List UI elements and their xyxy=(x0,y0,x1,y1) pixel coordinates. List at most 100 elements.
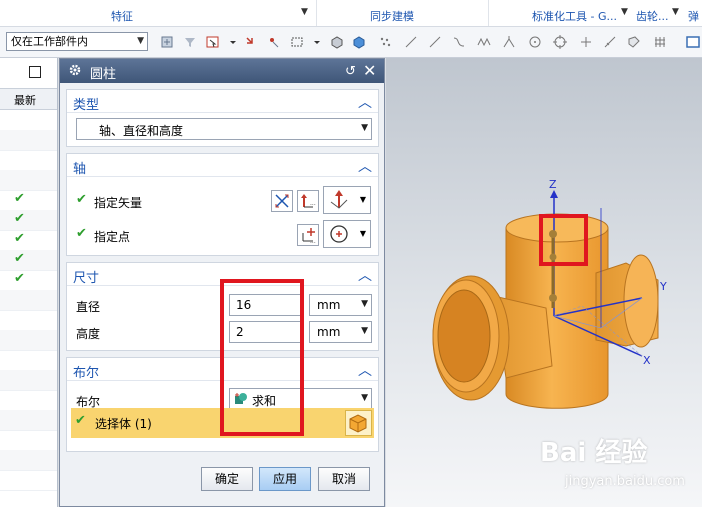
list-item[interactable]: ✔ xyxy=(0,270,57,291)
intersect-icon[interactable] xyxy=(502,35,516,49)
maximize-icon[interactable] xyxy=(29,66,41,78)
point-cloud-icon[interactable] xyxy=(378,35,392,49)
list-item[interactable] xyxy=(0,310,57,331)
type-select[interactable]: 轴、直径和高度 ▼ xyxy=(76,118,372,140)
chevron-up-icon[interactable]: ︿ xyxy=(358,265,372,285)
ribbon-group-standard-tools[interactable]: 标准化工具 - G... xyxy=(532,8,617,24)
line-icon[interactable] xyxy=(404,35,418,49)
part-navigator: 最新 ✔ ✔ ✔ ✔ ✔ xyxy=(0,58,58,507)
list-item[interactable] xyxy=(0,290,57,311)
move-icon[interactable] xyxy=(244,35,258,49)
chevron-down-icon[interactable]: ▼ xyxy=(361,299,368,309)
selection-scope-icon[interactable] xyxy=(206,35,220,49)
list-item[interactable] xyxy=(0,350,57,371)
plus-icon[interactable] xyxy=(579,35,593,49)
diameter-unit-select[interactable]: mm ▼ xyxy=(309,294,372,316)
check-icon: ✔ xyxy=(14,251,25,266)
vector-inference-dropdown[interactable]: ▼ xyxy=(323,186,371,214)
ribbon-group-sync-modeling[interactable]: 同步建模 xyxy=(370,8,414,24)
chevron-up-icon[interactable]: ︿ xyxy=(358,92,372,112)
watermark-logo: Bai 经验 xyxy=(540,438,648,468)
specify-point-label: 指定点 xyxy=(94,230,131,244)
selection-scope-value: 仅在工作部件内 xyxy=(11,35,88,48)
list-item[interactable] xyxy=(0,470,57,491)
svg-text:...: ... xyxy=(310,238,316,245)
quadrant-point-icon[interactable] xyxy=(553,35,567,49)
svg-text:...: ... xyxy=(310,200,316,207)
list-item[interactable]: ✔ xyxy=(0,190,57,211)
dialog-title-bar[interactable]: 圆柱 ↺ ✕ xyxy=(60,59,384,83)
curve-icon[interactable] xyxy=(452,35,466,49)
list-item[interactable]: ✔ xyxy=(0,230,57,251)
chevron-down-icon[interactable]: ▼ xyxy=(361,326,368,336)
axis-panel-header[interactable]: 轴 ︿ xyxy=(67,154,378,177)
gear-icon[interactable] xyxy=(68,63,82,77)
check-icon: ✔ xyxy=(76,192,87,207)
list-item[interactable] xyxy=(0,110,57,131)
close-icon[interactable]: ✕ xyxy=(363,61,376,80)
chevron-down-icon[interactable]: ▼ xyxy=(621,7,628,17)
cancel-button[interactable]: 取消 xyxy=(318,467,370,491)
chevron-down-icon[interactable]: ▼ xyxy=(361,393,368,403)
chevron-down-icon[interactable] xyxy=(226,35,236,49)
navigator-column-header[interactable]: 最新 xyxy=(0,88,57,110)
list-item[interactable] xyxy=(0,370,57,391)
chevron-up-icon[interactable]: ︿ xyxy=(358,360,372,380)
chevron-down-icon[interactable]: ▼ xyxy=(301,7,308,17)
inferred-vector-icon xyxy=(330,190,348,209)
arc-center-icon[interactable] xyxy=(528,35,542,49)
reset-icon[interactable]: ↺ xyxy=(345,64,356,79)
ribbon-group-gear[interactable]: 齿轮... xyxy=(636,8,669,24)
grid-icon[interactable] xyxy=(653,35,667,49)
list-item[interactable]: ✔ xyxy=(0,210,57,231)
point-dialog-button[interactable]: ... xyxy=(297,224,319,246)
surface-icon[interactable] xyxy=(627,35,641,49)
chevron-down-icon[interactable] xyxy=(310,35,320,49)
ok-button[interactable]: 确定 xyxy=(201,467,253,491)
chevron-down-icon[interactable]: ▼ xyxy=(672,7,679,17)
snap-icon[interactable] xyxy=(160,35,174,49)
list-item[interactable] xyxy=(0,150,57,171)
list-item[interactable] xyxy=(0,410,57,431)
cube-icon xyxy=(349,414,367,433)
cube-icon[interactable] xyxy=(330,35,344,49)
selection-toolbar: 仅在工作部件内 ▼ xyxy=(0,27,702,58)
height-unit-select[interactable]: mm ▼ xyxy=(309,321,372,343)
chevron-down-icon[interactable]: ▼ xyxy=(361,123,368,133)
list-item[interactable] xyxy=(0,170,57,191)
list-item[interactable] xyxy=(0,130,57,151)
solid-body-icon[interactable] xyxy=(352,35,366,49)
ribbon-group-features[interactable]: 特征 xyxy=(111,8,133,24)
chevron-down-icon[interactable]: ▼ xyxy=(360,229,366,238)
list-item[interactable] xyxy=(0,430,57,451)
vector-dialog-button[interactable]: ... xyxy=(297,190,319,212)
select-box-icon[interactable] xyxy=(290,35,304,49)
type-header-label: 类型 xyxy=(73,98,100,113)
chevron-up-icon[interactable]: ︿ xyxy=(358,156,372,176)
list-item[interactable] xyxy=(0,450,57,471)
apply-button[interactable]: 应用 xyxy=(259,467,311,491)
chevron-down-icon[interactable]: ▼ xyxy=(137,33,144,50)
circle-center-icon xyxy=(330,225,348,243)
view-icon[interactable] xyxy=(686,35,700,49)
check-icon: ✔ xyxy=(14,191,25,206)
point-inference-dropdown[interactable]: ▼ xyxy=(323,220,371,248)
select-body-label: 选择体 (1) xyxy=(95,417,152,431)
list-item[interactable] xyxy=(0,390,57,411)
axis-panel: 轴 ︿ ✔ 指定矢量 ... ▼ ✔ 指定点 ... ▼ xyxy=(66,153,379,256)
chevron-down-icon[interactable]: ▼ xyxy=(360,195,366,204)
line-icon[interactable] xyxy=(428,35,442,49)
list-item[interactable]: ✔ xyxy=(0,250,57,271)
ribbon-group-spring[interactable]: 弹 xyxy=(688,8,699,24)
type-panel-header[interactable]: 类型 ︿ xyxy=(67,90,378,113)
tangent-icon[interactable] xyxy=(603,35,617,49)
axis-x-label: X xyxy=(643,354,651,367)
column-latest-label: 最新 xyxy=(14,94,36,107)
point-set-icon[interactable] xyxy=(267,35,281,49)
list-item[interactable] xyxy=(0,330,57,351)
filter-icon[interactable] xyxy=(183,35,197,49)
select-body-button[interactable] xyxy=(345,410,372,436)
selection-scope-select[interactable]: 仅在工作部件内 ▼ xyxy=(6,32,148,51)
reverse-direction-button[interactable] xyxy=(271,190,293,212)
spline-icon[interactable] xyxy=(477,35,491,49)
